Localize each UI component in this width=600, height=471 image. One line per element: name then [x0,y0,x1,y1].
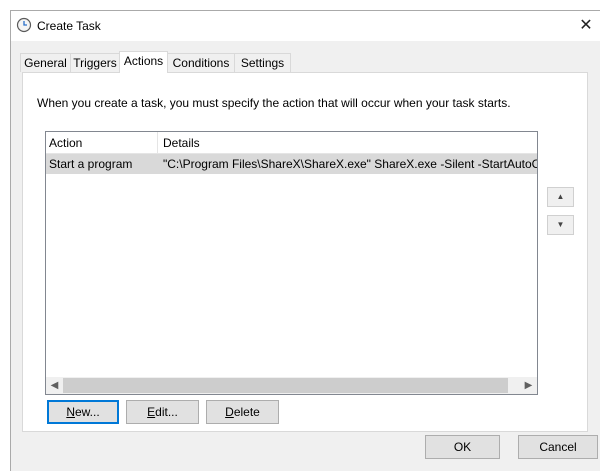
column-divider[interactable] [157,132,158,153]
tab-settings[interactable]: Settings [234,53,291,72]
triangle-up-icon: ▲ [556,192,565,201]
row-details-cell: "C:\Program Files\ShareX\ShareX.exe" Sha… [163,157,538,171]
triangle-down-icon: ▼ [556,220,565,229]
ok-button[interactable]: OK [425,435,500,459]
clock-icon [16,17,32,33]
actions-panel: When you create a task, you must specify… [22,72,588,432]
close-button[interactable]: ✕ [571,15,600,37]
tab-conditions[interactable]: Conditions [167,53,235,72]
move-down-button[interactable]: ▼ [547,215,574,235]
tab-triggers[interactable]: Triggers [70,53,120,72]
scroll-right-icon[interactable]: ▶ [520,377,537,394]
create-task-dialog: Create Task ✕ General Triggers Actions C… [10,10,600,471]
actions-description: When you create a task, you must specify… [37,96,511,110]
list-header: Action Details [46,132,537,154]
scrollbar-thumb[interactable] [63,378,508,393]
column-header-details[interactable]: Details [163,136,200,150]
delete-button[interactable]: Delete [206,400,279,424]
column-header-action[interactable]: Action [49,136,82,150]
window-title: Create Task [37,19,101,33]
tab-general[interactable]: General [20,53,71,72]
scroll-left-icon[interactable]: ◀ [46,377,63,394]
table-row[interactable]: Start a program "C:\Program Files\ShareX… [46,154,537,174]
close-icon: ✕ [579,17,593,34]
title-bar: Create Task ✕ [11,11,600,41]
horizontal-scrollbar[interactable]: ◀ ▶ [46,377,537,394]
edit-button[interactable]: Edit... [126,400,199,424]
row-action-cell: Start a program [49,157,133,171]
move-up-button[interactable]: ▲ [547,187,574,207]
new-button[interactable]: New... [47,400,119,424]
actions-list[interactable]: Action Details Start a program "C:\Progr… [45,131,538,395]
tab-actions[interactable]: Actions [119,51,168,73]
cancel-button[interactable]: Cancel [518,435,598,459]
